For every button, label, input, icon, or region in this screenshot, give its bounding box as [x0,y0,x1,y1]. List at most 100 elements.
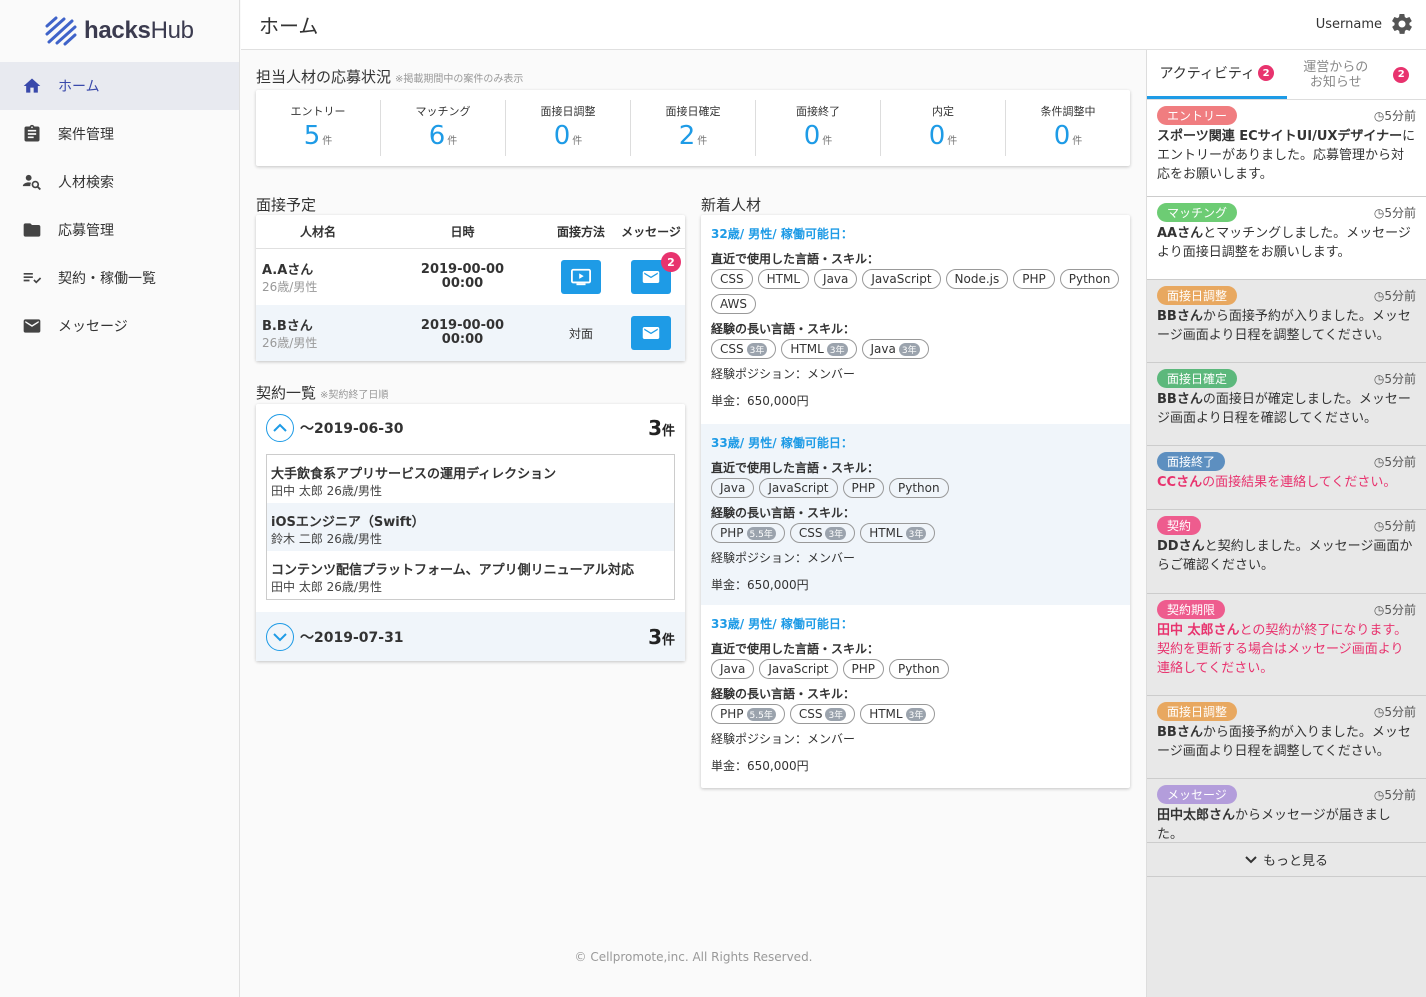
activity-item[interactable]: マッチング ◷5分前 AAさんとマッチングしました。メッセージより面接日調整をお願い… [1147,197,1426,280]
more-button[interactable]: もっと見る [1147,843,1426,877]
page-title: ホーム [259,14,319,38]
sidebar-item-label: メッセージ [58,319,128,335]
contract-list: 大手飲食系アプリサービスの運用ディレクション 田中 太郎 26歳/男性 iOSエン… [266,454,675,600]
table-row[interactable]: A.Aさん 26歳/男性 2019-00-00 00:00 2 [256,249,685,305]
activity-item[interactable]: 面接日調整 ◷5分前 BBさんから面接予約が入りました。メッセージ画面より日程を調整… [1147,280,1426,363]
sidebar-item-label: ホーム [58,79,100,95]
long-skill-tags: CSS 3年 HTML 3年 Java 3年 [711,339,1120,359]
unread-badge: 2 [661,252,681,272]
sidebar-item-applications[interactable]: 応募管理 [0,206,239,254]
activity-tag: エントリー [1157,106,1238,125]
talents-section-title: 新着人材 [701,196,762,214]
online-interview-button[interactable] [561,260,601,294]
message-button[interactable] [631,316,671,350]
stat-interview-done[interactable]: 面接終了 0 件 [756,100,881,156]
list-item[interactable]: iOSエンジニア（Swift） 鈴木 二郎 26歳/男性 [267,503,674,551]
activity-tag: 面接日確定 [1157,369,1238,388]
activity-tabs: アクティビティ 2 運営からの お知らせ 2 [1147,50,1426,100]
interview-card: 人材名 日時 面接方法 メッセージ A.Aさん 26歳/男性 2019-00-00 00:… [256,215,685,361]
list-item[interactable]: コンテンツ配信プラットフォーム、アプリ側リニューアル対応 田中 太郎 26歳/男性 [267,551,674,599]
chevron-up-icon[interactable] [266,414,294,442]
activity-item[interactable]: 面接終了 ◷5分前 CCさんの面接結果を連絡してください。 [1147,446,1426,510]
clipboard-icon [24,124,40,142]
user-menu[interactable]: Username [1316,12,1414,36]
contracts-card: 〜2019-06-30 3件 大手飲食系アプリサービスの運用ディレクション 田中 … [256,404,685,661]
activity-item[interactable]: 面接日調整 ◷5分前 BBさんから面接予約が入りました。メッセージ画面より日程を調整… [1147,696,1426,779]
folder-icon [23,223,41,237]
person-search-icon [22,174,41,191]
sidebar-item-label: 契約・稼働一覧 [58,271,156,287]
talent-item[interactable]: 33歳/ 男性/ 稼働可能日： 直近で使用した言語・スキル： Java JavaS… [701,424,1130,605]
activity-message: 田中太郎さんからメッセージが届きました。 [1157,808,1391,842]
mail-icon [642,327,660,339]
tab-notices[interactable]: 運営からの お知らせ 2 [1287,50,1426,99]
stat-interview-fixed[interactable]: 面接日確定 2 件 [631,100,756,156]
talent-item[interactable]: 32歳/ 男性/ 稼働可能日： 直近で使用した言語・スキル： CSS HTML Ja… [701,215,1130,424]
activity-tag: 面接日調整 [1157,286,1238,305]
long-skill-tags: PHP 5.5年 CSS 3年 HTML 3年 [711,523,1120,543]
stat-interview-adjust[interactable]: 面接日調整 0 件 [506,100,631,156]
sidebar-item-label: 応募管理 [58,223,114,239]
tab-activity[interactable]: アクティビティ 2 [1147,50,1287,99]
gear-icon[interactable] [1390,12,1414,36]
table-row[interactable]: B.Bさん 26歳/男性 2019-00-00 00:00 対面 [256,305,685,361]
activity-time: ◷5分前 [1373,455,1416,469]
activity-message: BBさんから面接予約が入りました。メッセージ画面より日程を調整してください。 [1157,309,1411,343]
interview-section-title: 面接予定 [256,196,317,214]
stat-matching[interactable]: マッチング 6 件 [381,100,506,156]
activity-panel: アクティビティ 2 運営からの お知らせ 2 エントリー ◷5分前 スポーツ関連 ECサイ… [1146,50,1426,997]
header: ホーム Username [241,0,1426,50]
tab-badge: 2 [1393,66,1410,83]
sidebar-item-contracts[interactable]: 契約・稼働一覧 [0,254,239,302]
interview-table-header: 人材名 日時 面接方法 メッセージ [256,215,685,249]
activity-tag: 面接日調整 [1157,702,1238,721]
monitor-play-icon [571,268,591,286]
activity-item[interactable]: 契約期限 ◷5分前 田中 太郎さんとの契約が終了になります。契約を更新する場合はメッ… [1147,594,1426,696]
activity-item[interactable]: 契約 ◷5分前 DDさんと契約しました。メッセージ画面からご確認ください。 [1147,510,1426,594]
recent-skill-tags: Java JavaScript PHP Python [711,659,1120,679]
activity-tag: メッセージ [1157,785,1237,804]
activity-item[interactable]: 面接日確定 ◷5分前 BBさんの面接日が確定しました。メッセージ画面より日程を確認し… [1147,363,1426,446]
activity-message: BBさんから面接予約が入りました。メッセージ画面より日程を調整してください。 [1157,725,1411,759]
contract-group-header[interactable]: 〜2019-07-31 3件 [256,612,685,661]
chevron-down-icon [1245,855,1257,863]
sidebar: hacksHub ホーム 案件管理 人材検索 応募管理 契約・稼働一覧 メッセー… [0,0,240,997]
list-check-icon [23,273,42,284]
activity-time: ◷5分前 [1373,372,1416,386]
status-card: エントリー 5 件 マッチング 6 件 面接日調整 0 件 面接日確定 2 件 面接終了 0 件 内… [256,90,1130,166]
sidebar-item-messages[interactable]: メッセージ [0,302,239,350]
contract-group-header[interactable]: 〜2019-06-30 3件 [256,404,685,452]
hacks-logo-icon [45,16,77,46]
mail-icon [642,271,660,283]
activity-message: DDさんと契約しました。メッセージ画面からご確認ください。 [1157,539,1413,573]
sidebar-item-label: 案件管理 [58,127,114,143]
logo[interactable]: hacksHub [0,0,239,62]
message-button[interactable]: 2 [631,252,681,294]
long-skill-tags: PHP 5.5年 CSS 3年 HTML 3年 [711,704,1120,724]
activity-message: CCさんの面接結果を連絡してください。 [1157,475,1397,490]
activity-time: ◷5分前 [1373,109,1416,123]
activity-time: ◷5分前 [1373,519,1416,533]
activity-tag: 面接終了 [1157,452,1226,471]
status-section-title: 担当人材の応募状況 ※掲載期間中の案件のみ表示 [256,68,524,86]
sidebar-item-projects[interactable]: 案件管理 [0,110,239,158]
brand-name: hacksHub [84,17,194,44]
recent-skill-tags: Java JavaScript PHP Python [711,478,1120,498]
talent-item[interactable]: 33歳/ 男性/ 稼働可能日： 直近で使用した言語・スキル： Java JavaS… [701,605,1130,786]
stat-offer[interactable]: 内定 0 件 [881,100,1006,156]
activity-message: 田中 太郎さんとの契約が終了になります。契約を更新する場合はメッセージ画面より連… [1157,623,1408,676]
chevron-down-icon[interactable] [266,622,294,651]
stat-negotiation[interactable]: 条件調整中 0 件 [1006,100,1130,156]
stat-entry[interactable]: エントリー 5 件 [256,100,381,156]
activity-item[interactable]: メッセージ ◷5分前 田中太郎さんからメッセージが届きました。 [1147,779,1426,843]
footer-copyright: © Cellpromote,inc. All Rights Reserved. [574,950,813,964]
activity-message: AAさんとマッチングしました。メッセージより面接日調整をお願いします。 [1157,226,1411,260]
sidebar-item-talent-search[interactable]: 人材検索 [0,158,239,206]
activity-message: BBさんの面接日が確定しました。メッセージ画面より日程を確認してください。 [1157,392,1411,426]
activity-item[interactable]: エントリー ◷5分前スポーツ関連 ECサイトUI/UXデザイナーにエントリーがあり… [1147,100,1426,197]
username: Username [1315,16,1382,32]
activity-time: ◷5分前 [1373,705,1416,719]
sidebar-item-home[interactable]: ホーム [0,62,239,110]
list-item[interactable]: 大手飲食系アプリサービスの運用ディレクション 田中 太郎 26歳/男性 [267,455,674,503]
activity-message: スポーツ関連 ECサイトUI/UXデザイナーにエントリーがありました。応募管理か… [1157,129,1416,182]
